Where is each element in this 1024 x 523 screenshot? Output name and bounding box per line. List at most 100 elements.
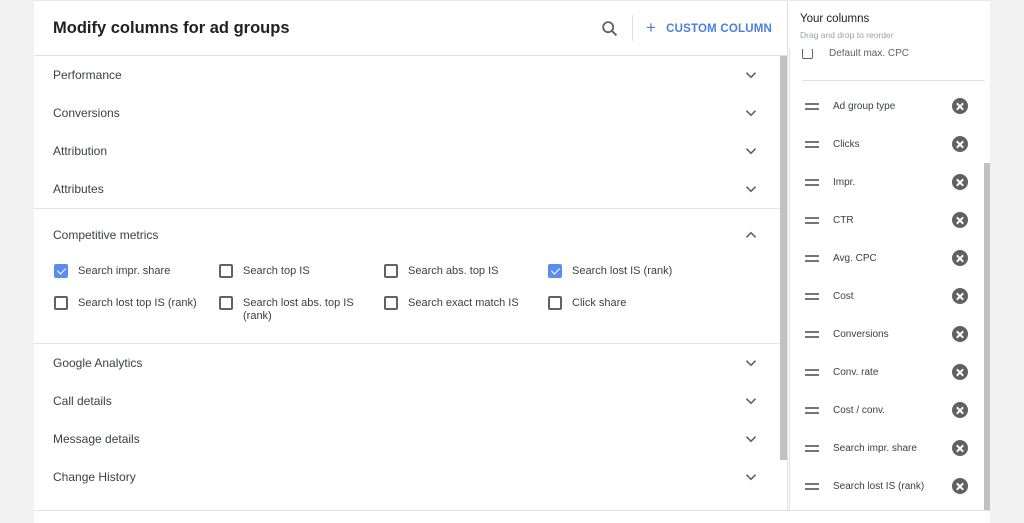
drag-handle-icon[interactable] bbox=[805, 254, 819, 262]
remove-column-icon[interactable] bbox=[952, 288, 968, 304]
selected-column-item[interactable]: Impr. bbox=[790, 163, 985, 201]
drag-handle-icon[interactable] bbox=[805, 482, 819, 490]
your-columns-panel: Your columns Drag and drop to reorder De… bbox=[789, 0, 990, 510]
metric-checkbox[interactable]: Search impr. share bbox=[54, 264, 214, 278]
checkbox-icon[interactable] bbox=[219, 264, 233, 278]
chevron-down-icon[interactable] bbox=[745, 471, 757, 481]
drag-handle-icon[interactable] bbox=[805, 444, 819, 452]
dialog-footer bbox=[34, 510, 990, 523]
selected-column-label: Avg. CPC bbox=[833, 252, 877, 264]
selected-column-item[interactable]: Conversions bbox=[790, 315, 985, 353]
drag-handle-icon[interactable] bbox=[805, 368, 819, 376]
selected-column-item[interactable]: Clicks bbox=[790, 125, 985, 163]
category-section[interactable]: Performance bbox=[34, 56, 788, 94]
selected-column-item[interactable]: Cost bbox=[790, 277, 985, 315]
custom-column-label: CUSTOM COLUMN bbox=[666, 23, 773, 35]
metric-checkbox[interactable]: Search lost abs. top IS (rank) bbox=[219, 296, 379, 323]
drag-handle-icon[interactable] bbox=[805, 140, 819, 148]
chevron-down-icon[interactable] bbox=[745, 433, 757, 443]
selected-column-label: Cost bbox=[833, 290, 854, 302]
category-section[interactable]: Change History bbox=[34, 458, 788, 496]
custom-column-button[interactable]: + CUSTOM COLUMN bbox=[646, 18, 773, 38]
column-categories-list[interactable]: Performance Conversions Attribution Attribu… bbox=[34, 56, 788, 510]
checkbox-icon[interactable] bbox=[384, 296, 398, 310]
category-label: Google Analytics bbox=[53, 356, 143, 370]
selected-column-label: Ad group type bbox=[833, 100, 896, 112]
remove-column-icon[interactable] bbox=[952, 212, 968, 228]
category-section[interactable]: Conversions bbox=[34, 94, 788, 132]
partial-column-item[interactable]: Default max. CPC bbox=[802, 48, 909, 59]
modify-columns-dialog: Modify columns for ad groups + CUSTOM CO… bbox=[34, 0, 990, 523]
category-section-header[interactable]: Competitive metrics bbox=[34, 209, 788, 260]
dialog-header: Modify columns for ad groups + CUSTOM CO… bbox=[34, 0, 787, 56]
drag-handle-icon[interactable] bbox=[805, 102, 819, 110]
checkbox-icon[interactable] bbox=[54, 296, 68, 310]
your-columns-title: Your columns bbox=[800, 13, 870, 25]
selected-column-item[interactable]: CTR bbox=[790, 201, 985, 239]
header-divider bbox=[632, 15, 633, 41]
checkbox-icon[interactable] bbox=[384, 264, 398, 278]
chevron-down-icon[interactable] bbox=[745, 357, 757, 367]
checkbox-icon[interactable] bbox=[548, 296, 562, 310]
selected-column-label: Cost / conv. bbox=[833, 404, 886, 416]
category-section[interactable]: Attributes bbox=[34, 170, 788, 208]
drag-handle-icon[interactable] bbox=[805, 292, 819, 300]
metric-checkbox[interactable]: Click share bbox=[548, 296, 708, 310]
metric-label: Search abs. top IS bbox=[408, 265, 499, 277]
selected-column-item[interactable]: Ad group type bbox=[790, 87, 985, 125]
chevron-down-icon[interactable] bbox=[745, 69, 757, 79]
selected-column-item[interactable]: Conv. rate bbox=[790, 353, 985, 391]
chevron-up-icon[interactable] bbox=[745, 229, 757, 239]
your-columns-list[interactable]: Default max. CPC Ad group type Clicks Impr… bbox=[789, 38, 990, 510]
remove-column-icon[interactable] bbox=[952, 174, 968, 190]
remove-column-icon[interactable] bbox=[952, 326, 968, 342]
selected-column-label: Conversions bbox=[833, 328, 889, 340]
metric-checkbox[interactable]: Search exact match IS bbox=[384, 296, 544, 310]
chevron-down-icon[interactable] bbox=[745, 183, 757, 193]
checkbox-icon[interactable] bbox=[219, 296, 233, 310]
chevron-down-icon[interactable] bbox=[745, 395, 757, 405]
left-scrollbar[interactable] bbox=[780, 56, 787, 460]
category-section[interactable]: Attribution bbox=[34, 132, 788, 170]
drag-handle-icon[interactable] bbox=[805, 216, 819, 224]
remove-column-icon[interactable] bbox=[952, 440, 968, 456]
chevron-down-icon[interactable] bbox=[745, 145, 757, 155]
plus-icon: + bbox=[646, 18, 657, 37]
drag-handle-icon[interactable] bbox=[805, 178, 819, 186]
selected-column-item[interactable]: Avg. CPC bbox=[790, 239, 985, 277]
metric-checkbox[interactable]: Search lost top IS (rank) bbox=[54, 296, 214, 310]
metric-checkbox[interactable]: Search lost IS (rank) bbox=[548, 264, 708, 278]
category-section[interactable]: Google Analytics bbox=[34, 344, 788, 382]
selected-column-item[interactable]: Cost / conv. bbox=[790, 391, 985, 429]
category-label: Attributes bbox=[53, 182, 104, 196]
list-divider bbox=[802, 80, 985, 81]
category-label: Call details bbox=[53, 394, 112, 408]
selected-column-label: Clicks bbox=[833, 138, 860, 150]
category-section[interactable]: Message details bbox=[34, 420, 788, 458]
selected-column-label: Search lost IS (rank) bbox=[833, 480, 925, 492]
category-label: Competitive metrics bbox=[53, 227, 159, 242]
competitive-metrics-section: Competitive metrics Search impr. share Sea… bbox=[34, 208, 788, 344]
checkbox-checked-icon[interactable] bbox=[54, 264, 68, 278]
metric-checkbox[interactable]: Search top IS bbox=[219, 264, 379, 278]
remove-column-icon[interactable] bbox=[952, 402, 968, 418]
drag-handle-icon[interactable] bbox=[805, 330, 819, 338]
selected-column-item[interactable]: Search impr. share bbox=[790, 429, 985, 467]
category-label: Performance bbox=[53, 68, 122, 82]
selected-column-label: Impr. bbox=[833, 176, 856, 188]
category-section[interactable]: Call details bbox=[34, 382, 788, 420]
metric-checkbox[interactable]: Search abs. top IS bbox=[384, 264, 544, 278]
right-scrollbar[interactable] bbox=[984, 163, 990, 510]
remove-column-icon[interactable] bbox=[952, 98, 968, 114]
metric-label: Search lost top IS (rank) bbox=[78, 297, 197, 309]
checkbox-checked-icon[interactable] bbox=[548, 264, 562, 278]
drag-handle-icon[interactable] bbox=[805, 406, 819, 414]
remove-column-icon[interactable] bbox=[952, 250, 968, 266]
search-icon[interactable] bbox=[599, 18, 621, 40]
remove-column-icon[interactable] bbox=[952, 364, 968, 380]
remove-column-icon[interactable] bbox=[952, 136, 968, 152]
remove-column-icon[interactable] bbox=[952, 478, 968, 494]
chevron-down-icon[interactable] bbox=[745, 107, 757, 117]
selected-column-item[interactable]: Search lost IS (rank) bbox=[790, 467, 985, 505]
metric-label: Search top IS bbox=[243, 265, 310, 277]
